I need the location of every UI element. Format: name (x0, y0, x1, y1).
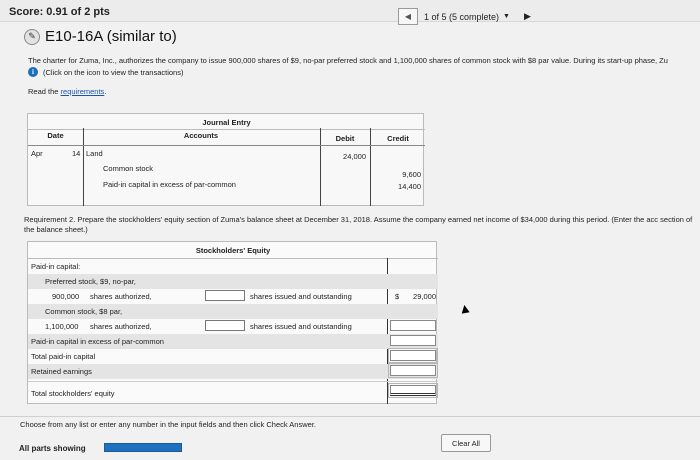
common-authorized-number: 1,100,000 (45, 322, 79, 331)
prev-question-button[interactable]: ◀ (398, 8, 418, 25)
common-stock-value-input[interactable] (390, 320, 436, 331)
instruction-text: Choose from any list or enter any number… (20, 420, 316, 429)
next-question-button[interactable]: ▶ (524, 11, 531, 22)
question-pager: ◀ 1 of 5 (5 complete) ▼ ▶ (398, 8, 531, 25)
requirements-link[interactable]: requirements (61, 87, 105, 96)
journal-title: Journal Entry (202, 118, 251, 127)
top-bar: Score: 0.91 of 2 pts ◀ 1 of 5 (5 complet… (0, 0, 700, 25)
problem-title: E10-16A (similar to) (45, 28, 177, 45)
total-equity-value-input[interactable] (388, 383, 438, 398)
score-text: Score: 0.91 of 2 pts (9, 6, 110, 18)
retained-earnings-label: Retained earnings (31, 367, 92, 376)
read-suffix: . (104, 87, 107, 96)
preferred-stock-label: Preferred stock, $9, no-par, (45, 277, 136, 286)
col-date: Date (47, 131, 64, 140)
journal-account: Paid-in capital in excess of par-common (103, 180, 236, 189)
read-prefix: Read the (28, 87, 61, 96)
parts-progress-bar (104, 443, 182, 452)
journal-entry-table: Journal Entry Date Accounts Debit Credit… (27, 113, 425, 206)
journal-credit: 9,600 (402, 170, 421, 179)
preferred-dollar-sign: $ (395, 292, 400, 301)
total-equity-label: Total stockholders' equity (31, 389, 115, 398)
clear-all-button[interactable]: Clear All (441, 434, 491, 452)
excess-par-label: Paid-in capital in excess of par-common (31, 337, 164, 346)
preferred-shares-issued-input[interactable] (205, 290, 245, 301)
partial-credit-icon: ✎ (24, 28, 40, 45)
equity-row-paid-in: Paid-in capital: (28, 259, 438, 274)
equity-row-preferred-shares: 900,000 shares authorized, shares issued… (28, 289, 438, 304)
click-note-text: (Click on the icon to view the transacti… (43, 67, 184, 77)
journal-month: Apr (31, 149, 43, 158)
common-issued-label: shares issued and outstanding (250, 322, 352, 331)
equity-row-excess: Paid-in capital in excess of par-common (28, 334, 438, 349)
preferred-authorized-label: shares authorized, (90, 292, 152, 301)
preferred-issued-label: shares issued and outstanding (250, 292, 352, 301)
equity-title: Stockholders' Equity (195, 246, 271, 255)
problem-description: The charter for Zuma, Inc., authorizes t… (28, 56, 668, 65)
requirement-2-text: Requirement 2. Prepare the stockholders'… (24, 215, 693, 234)
equity-row-retained: Retained earnings (28, 363, 438, 379)
read-requirements: Read the requirements. (28, 87, 106, 96)
equity-row-common-shares: 1,100,000 shares authorized, shares issu… (28, 319, 438, 334)
all-parts-label: All parts showing (19, 444, 86, 453)
equity-row-total-equity: Total stockholders' equity (28, 381, 438, 401)
mouse-cursor-icon (460, 304, 470, 314)
info-icon[interactable]: i (28, 67, 38, 77)
journal-credit: 14,400 (398, 182, 421, 191)
common-authorized-label: shares authorized, (90, 322, 152, 331)
journal-account: Land (86, 149, 103, 158)
col-accounts: Accounts (183, 131, 219, 140)
total-paid-in-label: Total paid-in capital (31, 352, 96, 361)
excess-par-value-input[interactable] (390, 335, 436, 346)
equity-row-preferred: Preferred stock, $9, no-par, (28, 274, 438, 289)
chevron-left-icon: ◀ (404, 12, 412, 21)
stockholders-equity-table: Stockholders' Equity Paid-in capital: Pr… (27, 241, 438, 404)
paid-in-capital-label: Paid-in capital: (31, 262, 81, 271)
preferred-stock-value: 29,000 (413, 292, 436, 301)
transactions-note: i (Click on the icon to view the transac… (28, 67, 183, 77)
problem-title-row: ✎ E10-16A (similar to) (24, 28, 177, 45)
journal-day: 14 (72, 149, 81, 158)
chevron-down-icon[interactable]: ▼ (503, 13, 510, 20)
total-paid-in-value-input[interactable] (388, 348, 438, 363)
preferred-authorized-number: 900,000 (52, 292, 80, 301)
equity-row-total-paid-in: Total paid-in capital (28, 348, 438, 364)
common-stock-label: Common stock, $8 par, (45, 307, 123, 316)
journal-debit: 24,000 (343, 152, 366, 161)
question-progress[interactable]: 1 of 5 (5 complete) (424, 12, 499, 22)
common-shares-issued-input[interactable] (205, 320, 245, 331)
journal-account: Common stock (103, 164, 154, 173)
retained-earnings-value-input[interactable] (388, 363, 438, 378)
equity-row-common: Common stock, $8 par, (28, 304, 438, 319)
